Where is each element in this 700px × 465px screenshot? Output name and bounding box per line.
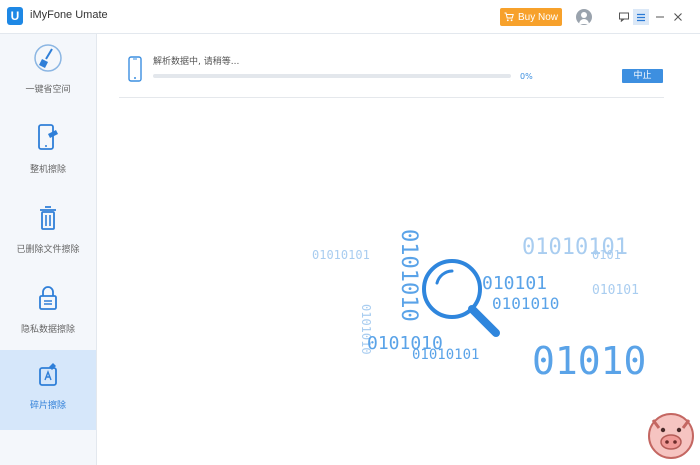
sidebar-item-fragments[interactable]: 碎片擦除	[0, 350, 96, 430]
feedback-icon[interactable]	[616, 9, 632, 25]
trash-icon	[33, 202, 63, 234]
phone-wipe-icon	[33, 122, 63, 154]
buy-now-label: Buy Now	[517, 11, 558, 23]
binary-text: 0101010	[396, 229, 421, 322]
divider	[119, 97, 664, 98]
binary-text: 01010101	[312, 248, 370, 262]
binary-text: 0101010	[492, 294, 559, 313]
sidebar-item-deleted-files[interactable]: 已删除文件擦除	[0, 194, 96, 274]
pig-mascot-logo	[648, 413, 694, 459]
progress-percent: 0%	[520, 72, 533, 81]
sidebar-item-private-data[interactable]: 隐私数据擦除	[0, 274, 96, 354]
sidebar-item-label: 碎片擦除	[29, 401, 66, 411]
buy-now-button[interactable]: Buy Now	[500, 8, 562, 26]
binary-text: 01010101	[412, 347, 479, 363]
close-icon[interactable]	[670, 9, 686, 25]
app-window: U iMyFone Umate Buy Now 一键省空间 整机擦除 已删除文件…	[0, 0, 700, 465]
sidebar: 一键省空间 整机擦除 已删除文件擦除 隐私数据擦除 碎片擦除	[0, 34, 97, 465]
main-panel: 解析数据中, 请稍等... 0% 中止 0101010 01010101 01010…	[97, 34, 700, 465]
sidebar-item-label: 一键省空间	[25, 85, 71, 95]
minimize-icon[interactable]	[652, 9, 668, 25]
sidebar-item-label: 整机擦除	[29, 165, 66, 175]
binary-text: 010101	[482, 273, 547, 294]
magnifier-icon	[422, 259, 500, 337]
phone-icon	[128, 56, 142, 82]
account-avatar-icon[interactable]	[576, 9, 592, 25]
progress-bar	[153, 74, 511, 78]
app-logo-icon: U	[7, 7, 23, 25]
title-bar: U iMyFone Umate Buy Now	[0, 0, 700, 34]
sidebar-item-label: 已删除文件擦除	[16, 245, 80, 255]
stop-button[interactable]: 中止	[622, 69, 663, 83]
lock-icon	[33, 282, 63, 314]
app-fragment-icon	[33, 358, 63, 390]
sidebar-item-full-wipe[interactable]: 整机擦除	[0, 114, 96, 194]
sidebar-item-free-up-space[interactable]: 一键省空间	[0, 34, 96, 114]
status-text: 解析数据中, 请稍等...	[153, 57, 240, 67]
binary-text: 010101	[592, 283, 639, 298]
binary-scan-illustration: 0101010010101010101010101010010101001010…	[312, 229, 646, 383]
binary-text: 01010	[532, 339, 646, 383]
cart-icon	[504, 12, 514, 22]
menu-icon[interactable]	[633, 9, 649, 25]
binary-text: 0101	[592, 248, 621, 262]
app-title: iMyFone Umate	[30, 9, 108, 21]
sidebar-item-label: 隐私数据擦除	[20, 325, 75, 335]
broom-icon	[33, 42, 63, 74]
